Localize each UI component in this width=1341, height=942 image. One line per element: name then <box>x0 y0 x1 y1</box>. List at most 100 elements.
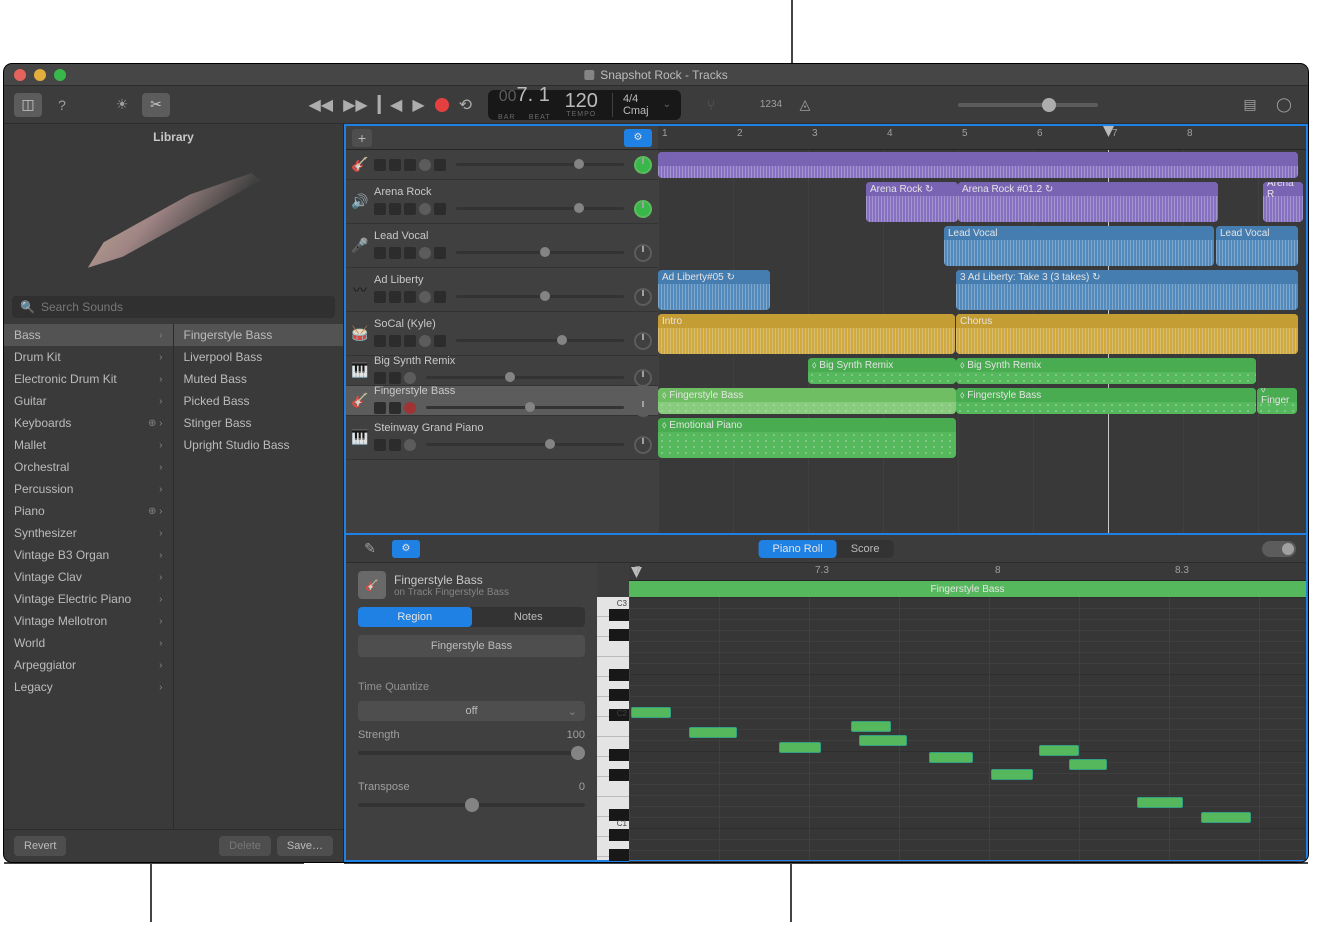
library-patch-column[interactable]: Fingerstyle BassLiverpool BassMuted Bass… <box>174 324 344 829</box>
quick-help-button[interactable]: ? <box>48 93 76 117</box>
track-control-buttons[interactable] <box>374 247 446 259</box>
region[interactable]: Lead Vocal <box>944 226 1214 266</box>
midi-note[interactable] <box>631 707 671 718</box>
track-control-buttons[interactable] <box>374 402 416 414</box>
lcd-menu-chevron[interactable]: ⌄ <box>663 99 671 110</box>
region[interactable]: ⬨ Emotional Piano <box>658 418 956 458</box>
track-volume-slider[interactable] <box>426 443 624 446</box>
track-volume-slider[interactable] <box>456 295 624 298</box>
track-volume-slider[interactable] <box>426 376 624 379</box>
metronome-button[interactable]: ◬ <box>791 93 819 117</box>
region-preset-name[interactable]: Fingerstyle Bass <box>358 635 585 657</box>
track-pan-knob[interactable] <box>634 288 652 306</box>
region[interactable]: Arena Rock #01.2 ↻ <box>958 182 1218 222</box>
category-item[interactable]: Legacy› <box>4 676 173 698</box>
patch-item[interactable]: Picked Bass <box>174 390 344 412</box>
region[interactable]: ⬨ Finger <box>1257 388 1297 414</box>
region[interactable]: Lead Vocal <box>1216 226 1298 266</box>
track-header[interactable]: 🎸 <box>346 150 658 180</box>
piano-roll-grid[interactable] <box>629 597 1306 860</box>
minimize-button[interactable] <box>34 69 46 81</box>
inspector-mode-segment[interactable]: Region Notes <box>358 607 585 627</box>
region[interactable]: ⬨ Fingerstyle Bass <box>956 388 1256 414</box>
category-item[interactable]: Piano⊕ › <box>4 500 173 522</box>
editor-filter-button[interactable]: ⚙︎ <box>392 540 420 558</box>
track-control-buttons[interactable] <box>374 439 416 451</box>
track-control-buttons[interactable] <box>374 335 446 347</box>
forward-button[interactable]: ▶▶ <box>343 95 368 115</box>
tab-piano-roll[interactable]: Piano Roll <box>759 540 837 558</box>
save-button[interactable]: Save… <box>277 836 333 856</box>
category-item[interactable]: Vintage Clav› <box>4 566 173 588</box>
category-item[interactable]: World› <box>4 632 173 654</box>
track-volume-slider[interactable] <box>456 339 624 342</box>
region[interactable]: Arena Rock ↻ <box>866 182 958 222</box>
track-pan-knob[interactable] <box>634 399 652 417</box>
editor-tool-button[interactable]: ✎ <box>356 537 384 561</box>
track-pan-knob[interactable] <box>634 436 652 454</box>
track-header[interactable]: 🎹 Steinway Grand Piano <box>346 416 658 460</box>
time-quantize-select[interactable]: off <box>358 701 585 721</box>
track-control-buttons[interactable] <box>374 159 446 171</box>
track-control-buttons[interactable] <box>374 372 416 384</box>
category-item[interactable]: Mallet› <box>4 434 173 456</box>
track-header[interactable]: 〰 Ad Liberty <box>346 268 658 312</box>
patch-item[interactable]: Upright Studio Bass <box>174 434 344 456</box>
midi-note[interactable] <box>851 721 891 732</box>
patch-item[interactable]: Muted Bass <box>174 368 344 390</box>
go-to-start-button[interactable]: ▎◀ <box>378 95 403 115</box>
lcd-display[interactable]: 007. 1 BAR BEAT 120 TEMPO 4/4Cmaj ⌄ <box>488 90 681 120</box>
track-header[interactable]: 🎤 Lead Vocal <box>346 224 658 268</box>
track-filter-button[interactable]: ⚙︎ <box>624 129 652 147</box>
category-item[interactable]: Percussion› <box>4 478 173 500</box>
timeline-ruler[interactable]: 12345678 <box>658 126 1306 149</box>
track-control-buttons[interactable] <box>374 203 446 215</box>
midi-note[interactable] <box>1039 745 1079 756</box>
region[interactable]: Chorus <box>956 314 1298 354</box>
region[interactable]: 3 Ad Liberty: Take 3 (3 takes) ↻ <box>956 270 1298 310</box>
track-header[interactable]: 🔊 Arena Rock <box>346 180 658 224</box>
track-pan-knob[interactable] <box>634 369 652 387</box>
region[interactable]: Ad Liberty#05 ↻ <box>658 270 770 310</box>
track-volume-slider[interactable] <box>456 163 624 166</box>
category-item[interactable]: Guitar› <box>4 390 173 412</box>
strength-slider[interactable] <box>358 751 585 755</box>
track-header[interactable]: 🎸 Fingerstyle Bass <box>346 386 658 416</box>
track-volume-slider[interactable] <box>426 406 624 409</box>
transpose-slider[interactable] <box>358 803 585 807</box>
region[interactable]: ⬨ Fingerstyle Bass <box>658 388 956 414</box>
close-button[interactable] <box>14 69 26 81</box>
category-item[interactable]: Synthesizer› <box>4 522 173 544</box>
add-track-button[interactable]: + <box>352 129 372 147</box>
region[interactable] <box>658 152 1298 178</box>
library-button[interactable]: ◫ <box>14 93 42 117</box>
track-control-buttons[interactable] <box>374 291 446 303</box>
patch-item[interactable]: Fingerstyle Bass <box>174 324 344 346</box>
piano-roll-region-header[interactable]: Fingerstyle Bass <box>629 581 1306 597</box>
rewind-button[interactable]: ◀◀ <box>309 95 334 115</box>
library-search-field[interactable]: 🔍 Search Sounds <box>12 296 335 318</box>
category-item[interactable]: Bass› <box>4 324 173 346</box>
patch-item[interactable]: Stinger Bass <box>174 412 344 434</box>
master-volume-slider[interactable] <box>958 103 1098 107</box>
catch-playhead-toggle[interactable] <box>1262 541 1296 557</box>
count-in-button[interactable]: 1234 <box>757 93 785 117</box>
cycle-button[interactable]: ⟲ <box>459 95 472 115</box>
track-pan-knob[interactable] <box>634 244 652 262</box>
region[interactable]: ⬨ Big Synth Remix <box>956 358 1256 384</box>
category-item[interactable]: Vintage B3 Organ› <box>4 544 173 566</box>
category-item[interactable]: Arpeggiator› <box>4 654 173 676</box>
tuner-button[interactable]: ⑂ <box>697 93 725 117</box>
track-pan-knob[interactable] <box>634 200 652 218</box>
piano-roll-ruler[interactable]: 77.388.3 <box>629 563 1306 581</box>
patch-item[interactable]: Liverpool Bass <box>174 346 344 368</box>
fullscreen-button[interactable] <box>54 69 66 81</box>
midi-note[interactable] <box>779 742 821 753</box>
midi-note[interactable] <box>689 727 737 738</box>
track-header[interactable]: 🎹 Big Synth Remix <box>346 356 658 386</box>
piano-keyboard[interactable]: C3C2C1 <box>597 597 629 860</box>
category-item[interactable]: Keyboards⊕ › <box>4 412 173 434</box>
region[interactable]: Arena R <box>1263 182 1303 222</box>
category-item[interactable]: Vintage Mellotron› <box>4 610 173 632</box>
editor-view-tabs[interactable]: Piano Roll Score <box>759 540 894 558</box>
